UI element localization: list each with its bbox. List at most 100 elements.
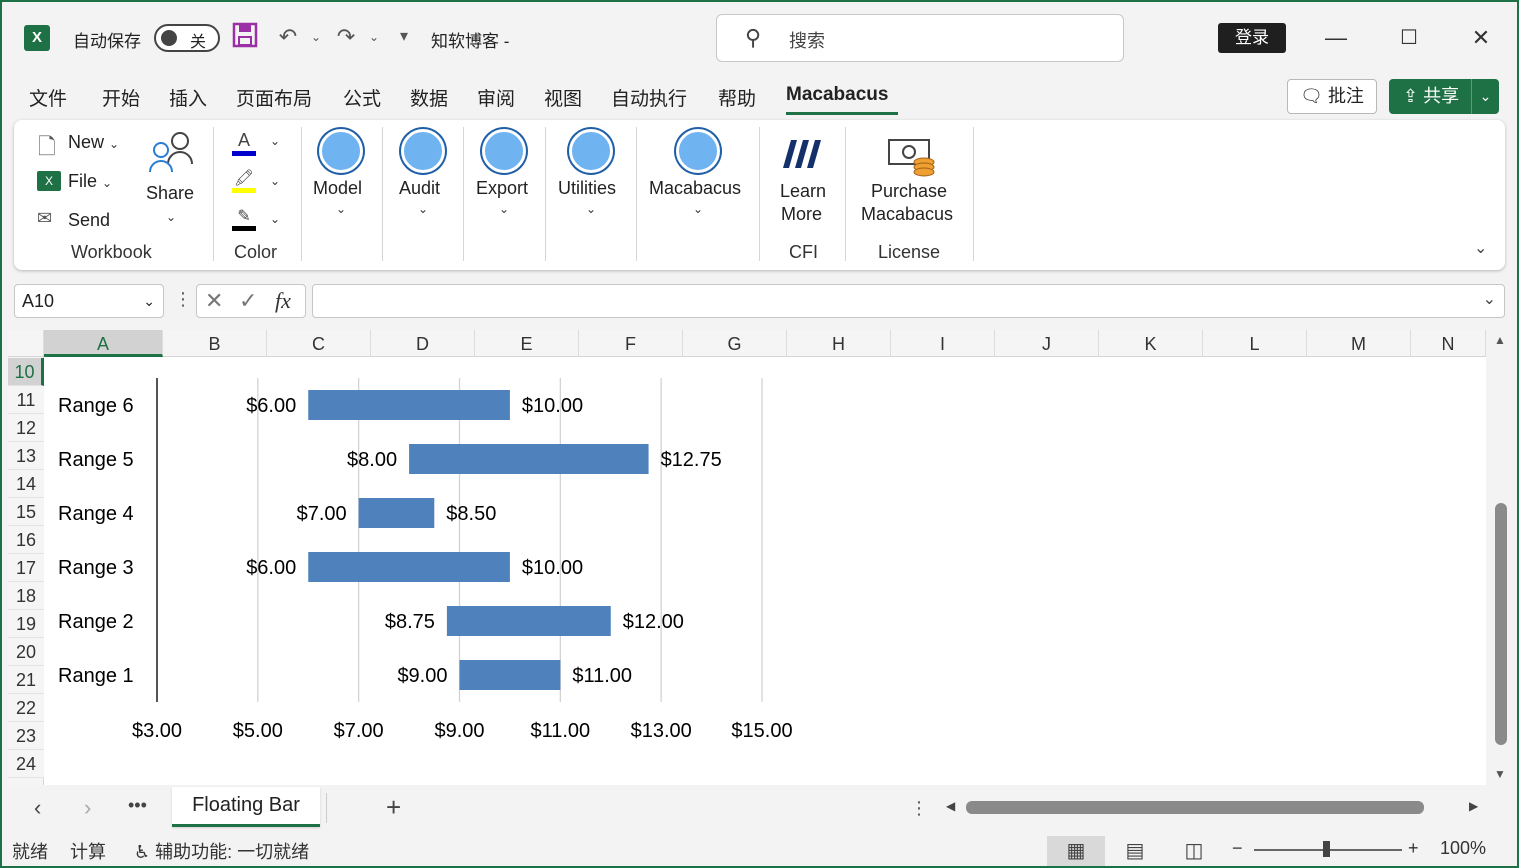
model-icon[interactable] xyxy=(319,129,363,173)
export-icon[interactable] xyxy=(482,129,526,173)
tab-help[interactable]: 帮助 xyxy=(718,84,756,111)
column-header-m[interactable]: M xyxy=(1307,330,1411,357)
vertical-scroll-thumb[interactable] xyxy=(1495,503,1507,745)
maximize-icon[interactable]: ☐ xyxy=(1389,18,1429,58)
chevron-down-icon[interactable]: ⌄ xyxy=(336,202,346,216)
file-button[interactable]: File ⌄ xyxy=(68,171,112,192)
select-all-corner[interactable] xyxy=(8,330,44,357)
name-box[interactable]: A10 ⌄ xyxy=(14,284,164,318)
column-header-g[interactable]: G xyxy=(683,330,787,357)
redo-dropdown-icon[interactable]: ⌄ xyxy=(360,22,388,52)
sheet-tab-floating-bar[interactable]: Floating Bar xyxy=(172,787,320,827)
share-button[interactable]: ⇪ 共享 ⌄ xyxy=(1389,79,1499,114)
column-header-a[interactable]: A xyxy=(44,330,163,357)
cfi-logo-icon[interactable] xyxy=(777,136,827,173)
zoom-level[interactable]: 100% xyxy=(1440,838,1486,859)
prev-sheet-icon[interactable]: ‹ xyxy=(34,795,41,821)
row-header-16[interactable]: 16 xyxy=(8,526,44,554)
utilities-icon[interactable] xyxy=(569,129,613,173)
row-header-23[interactable]: 23 xyxy=(8,722,44,750)
chevron-down-icon[interactable]: ⌄ xyxy=(270,212,280,226)
row-header-12[interactable]: 12 xyxy=(8,414,44,442)
autosave-toggle[interactable]: 关 xyxy=(154,24,220,52)
row-header-11[interactable]: 11 xyxy=(8,386,44,414)
page-layout-view-icon[interactable]: ▤ xyxy=(1106,836,1164,866)
search-box[interactable]: ⚲ 搜索 xyxy=(716,14,1124,62)
purchase-money-icon[interactable] xyxy=(887,136,937,181)
tab-review[interactable]: 审阅 xyxy=(477,84,515,111)
scroll-right-icon[interactable]: ▶ xyxy=(1469,799,1478,813)
column-header-e[interactable]: E xyxy=(475,330,579,357)
macabacus-icon[interactable] xyxy=(676,129,720,173)
tab-macabacus[interactable]: Macabacus xyxy=(786,84,888,106)
row-header-18[interactable]: 18 xyxy=(8,582,44,610)
column-header-b[interactable]: B xyxy=(163,330,267,357)
horizontal-scroll-thumb[interactable] xyxy=(966,801,1424,814)
cancel-icon[interactable]: ✕ xyxy=(205,288,223,314)
learn-more-line2[interactable]: More xyxy=(781,204,822,225)
send-button[interactable]: Send xyxy=(68,210,110,231)
scroll-down-icon[interactable]: ▼ xyxy=(1494,767,1506,781)
column-header-j[interactable]: J xyxy=(995,330,1099,357)
model-button[interactable]: Model xyxy=(313,178,362,199)
chevron-down-icon[interactable]: ⌄ xyxy=(143,285,155,317)
font-color-icon[interactable]: A xyxy=(232,130,256,156)
row-header-20[interactable]: 20 xyxy=(8,638,44,666)
accessibility-status[interactable]: ♿ 辅助功能: 一切就绪 xyxy=(134,838,309,864)
tab-home[interactable]: 开始 xyxy=(102,84,140,111)
redo-icon[interactable]: ↷ xyxy=(332,22,360,52)
column-header-d[interactable]: D xyxy=(371,330,475,357)
column-header-n[interactable]: N xyxy=(1411,330,1486,357)
login-button[interactable]: 登录 xyxy=(1218,23,1286,53)
row-header-17[interactable]: 17 xyxy=(8,554,44,582)
macabacus-button[interactable]: Macabacus xyxy=(649,178,741,199)
chevron-down-icon[interactable]: ⌄ xyxy=(693,202,703,216)
zoom-in-icon[interactable]: + xyxy=(1408,838,1419,859)
minimize-icon[interactable]: — xyxy=(1316,18,1356,58)
enter-icon[interactable]: ✓ xyxy=(239,288,257,314)
chevron-down-icon[interactable]: ⌄ xyxy=(270,134,280,148)
tab-file[interactable]: 文件 xyxy=(29,84,67,111)
chevron-down-icon[interactable]: ⌄ xyxy=(270,174,280,188)
border-color-icon[interactable]: ✎ xyxy=(232,206,256,231)
tab-automate[interactable]: 自动执行 xyxy=(611,84,687,111)
tab-data[interactable]: 数据 xyxy=(410,84,448,111)
status-calculate[interactable]: 计算 xyxy=(70,838,106,864)
row-header-14[interactable]: 14 xyxy=(8,470,44,498)
scroll-left-icon[interactable]: ◀ xyxy=(946,799,955,813)
undo-icon[interactable]: ↶ xyxy=(274,22,302,52)
column-header-h[interactable]: H xyxy=(787,330,891,357)
learn-more-line1[interactable]: Learn xyxy=(780,181,826,202)
formula-input[interactable]: ⌄ xyxy=(312,284,1505,318)
zoom-slider-thumb[interactable] xyxy=(1323,841,1330,857)
purchase-line2[interactable]: Macabacus xyxy=(861,204,953,225)
column-header-l[interactable]: L xyxy=(1203,330,1307,357)
zoom-out-icon[interactable]: − xyxy=(1232,838,1243,859)
normal-view-icon[interactable]: ▦ xyxy=(1047,836,1105,866)
next-sheet-icon[interactable]: › xyxy=(84,795,91,821)
new-button[interactable]: New ⌄ xyxy=(68,132,119,153)
share-ribbon-button[interactable]: Share xyxy=(146,183,194,204)
share-dropdown-icon[interactable]: ⌄ xyxy=(1471,79,1499,114)
floating-bar-chart[interactable]: $3.00 $5.00 $7.00 $9.00 $11.00 $13.00 $15.00 Ra… xyxy=(44,357,844,777)
tab-formulas[interactable]: 公式 xyxy=(343,84,381,111)
save-icon[interactable] xyxy=(231,22,259,52)
ribbon-collapse-icon[interactable]: ⌄ xyxy=(1474,238,1487,258)
row-header-13[interactable]: 13 xyxy=(8,442,44,470)
chevron-down-icon[interactable]: ⌄ xyxy=(586,202,596,216)
more-options-icon[interactable]: ⋮ xyxy=(174,289,192,310)
more-sheets-icon[interactable]: ••• xyxy=(128,795,147,816)
insert-function-icon[interactable]: fx xyxy=(275,288,291,314)
column-header-f[interactable]: F xyxy=(579,330,683,357)
row-header-21[interactable]: 21 xyxy=(8,666,44,694)
row-header-19[interactable]: 19 xyxy=(8,610,44,638)
chevron-down-icon[interactable]: ⌄ xyxy=(418,202,428,216)
fill-color-icon[interactable]: 🖍 xyxy=(232,168,256,193)
column-header-i[interactable]: I xyxy=(891,330,995,357)
customize-toolbar-icon[interactable]: ▾ xyxy=(390,22,418,52)
row-header-24[interactable]: 24 xyxy=(8,750,44,778)
row-header-10[interactable]: 10 xyxy=(8,358,44,386)
utilities-button[interactable]: Utilities xyxy=(558,178,616,199)
chevron-down-icon[interactable]: ⌄ xyxy=(166,210,176,224)
export-button[interactable]: Export xyxy=(476,178,528,199)
